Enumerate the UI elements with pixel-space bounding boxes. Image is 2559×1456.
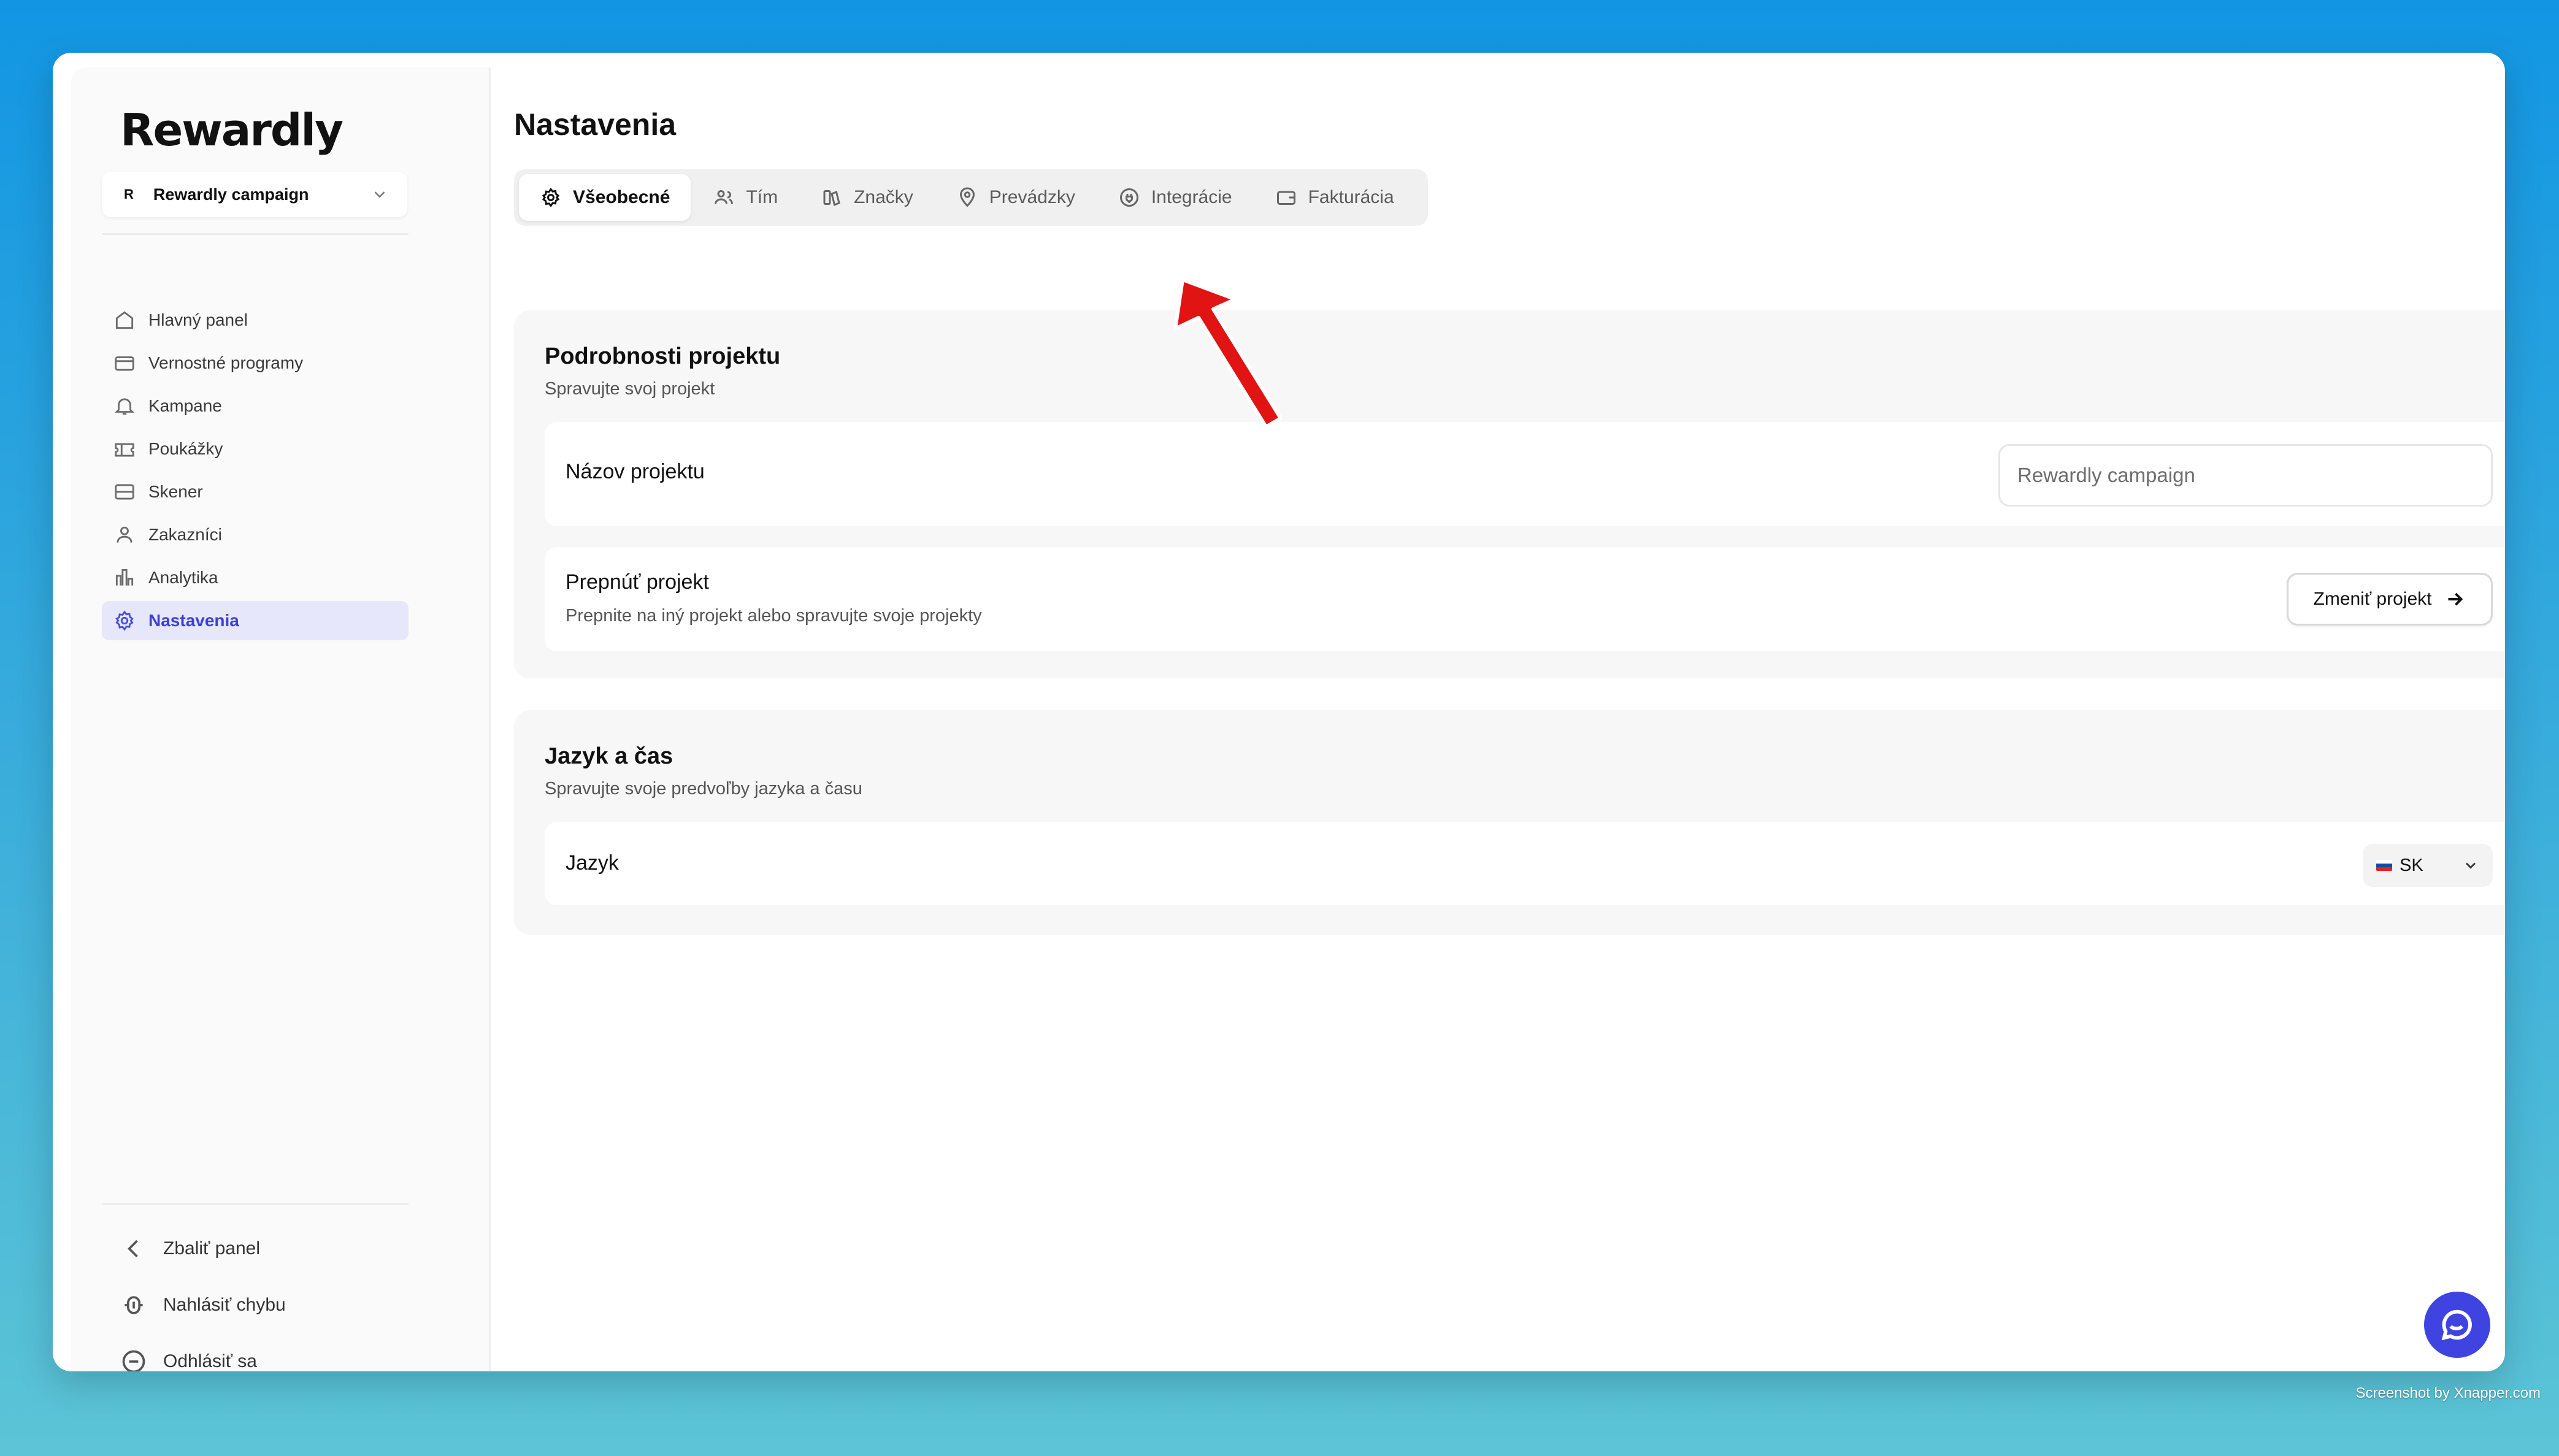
language-code: SK: [2400, 855, 2423, 875]
language-select[interactable]: SK: [2363, 844, 2493, 887]
pin-icon: [959, 187, 975, 207]
users-icon: [117, 526, 132, 543]
language-row: Jazyk SK: [545, 822, 2505, 905]
change-project-label: Zmeniť projekt: [2313, 589, 2432, 609]
gear-icon: [542, 187, 560, 208]
tab-team[interactable]: Tím: [692, 174, 799, 221]
sidebar-item-label: Analytika: [148, 568, 218, 587]
switch-project-row: Prepnúť projekt Prepnite na iný projekt …: [545, 547, 2505, 651]
sidebar-item-vouchers[interactable]: Poukážky: [102, 429, 409, 469]
sidebar-item-label: Hlavný panel: [148, 310, 248, 329]
tab-label: Značky: [854, 187, 913, 207]
sidebar-item-label: Poukážky: [148, 439, 223, 458]
divider: [102, 233, 409, 235]
change-project-button[interactable]: Zmeniť projekt: [2287, 573, 2493, 626]
watermark: Screenshot by Xnapper.com: [2355, 1385, 2541, 1401]
app-window: Rewardly R Rewardly campaign Hlavný pane…: [53, 53, 2505, 1371]
sidebar-item-loyalty[interactable]: Vernostné programy: [102, 343, 409, 383]
settings-tabs: Všeobecné Tím Značky Prevádzky Integráci…: [514, 169, 1428, 226]
tab-label: Všeobecné: [573, 187, 670, 207]
sidebar-item-label: Kampane: [148, 396, 222, 415]
bell-icon: [114, 398, 135, 415]
project-name-input[interactable]: Rewardly campaign: [1998, 444, 2493, 507]
collapse-label: Zbaliť panel: [163, 1238, 261, 1259]
chart-icon: [115, 569, 134, 586]
tab-label: Integrácie: [1151, 187, 1232, 207]
card-title: Podrobnosti projektu: [545, 343, 781, 369]
sidebar: Rewardly R Rewardly campaign Hlavný pane…: [71, 67, 491, 1371]
bug-icon: [125, 1296, 143, 1314]
chat-support-button[interactable]: [2424, 1292, 2490, 1358]
tab-locations[interactable]: Prevádzky: [935, 174, 1096, 221]
logout-label: Odhlásiť sa: [163, 1351, 257, 1371]
tab-general[interactable]: Všeobecné: [519, 174, 691, 221]
arrow-right-icon: [2448, 592, 2463, 606]
card-subtitle: Spravujte svoj projekt: [545, 379, 715, 399]
card-subtitle: Spravujte svoje predvoľby jazyka a času: [545, 779, 862, 799]
sidebar-item-dashboard[interactable]: Hlavný panel: [102, 301, 409, 340]
card-icon: [115, 356, 134, 371]
logout-icon: [122, 1350, 145, 1371]
collapse-panel-button[interactable]: Zbaliť panel: [120, 1220, 402, 1277]
users-icon: [715, 190, 734, 204]
project-name-label: Názov projektu: [566, 460, 705, 483]
tab-label: Fakturácia: [1308, 187, 1394, 207]
ticket-icon: [115, 443, 134, 457]
sidebar-item-label: Nastavenia: [148, 611, 239, 630]
project-avatar: R: [124, 186, 134, 202]
language-time-card: Jazyk a čas Spravujte svoje predvoľby ja…: [514, 710, 2505, 935]
report-label: Nahlásiť chybu: [163, 1295, 286, 1315]
logout-button[interactable]: Odhlásiť sa: [120, 1333, 402, 1371]
page-title: Nastavenia: [514, 107, 677, 142]
chevron-down-icon: [374, 191, 385, 198]
sidebar-item-label: Zakazníci: [148, 525, 222, 544]
plug-icon: [1119, 188, 1138, 207]
switch-project-description: Prepnite na iný projekt alebo spravujte …: [566, 606, 982, 626]
logo: Rewardly: [120, 104, 343, 156]
wallet-icon: [1276, 191, 1295, 205]
tab-brands[interactable]: Značky: [800, 174, 934, 221]
slovak-flag-icon: [2376, 860, 2392, 871]
chevron-down-icon: [2466, 862, 2476, 869]
scan-icon: [115, 484, 134, 500]
home-icon: [115, 311, 134, 329]
sidebar-item-settings[interactable]: Nastavenia: [102, 601, 409, 640]
project-name: Rewardly campaign: [153, 185, 309, 204]
sidebar-item-label: Vernostné programy: [148, 353, 304, 372]
sidebar-nav: Hlavný panel Vernostné programy Kampane …: [102, 301, 409, 644]
project-selector[interactable]: R Rewardly campaign: [102, 172, 407, 217]
sidebar-item-customers[interactable]: Zakazníci: [102, 515, 409, 554]
sidebar-item-scanner[interactable]: Skener: [102, 472, 409, 512]
annotation-arrow: [1173, 278, 1283, 429]
tab-integrations[interactable]: Integrácie: [1097, 174, 1253, 221]
project-name-row: Názov projektu Rewardly campaign: [545, 422, 2505, 526]
tab-label: Prevádzky: [989, 187, 1075, 207]
card-title: Jazyk a čas: [545, 743, 673, 769]
main-content: Nastavenia Všeobecné Tím Značky Prevádzk…: [514, 53, 2505, 1371]
chat-icon: [2441, 1309, 2472, 1341]
sidebar-item-label: Skener: [148, 482, 203, 501]
brands-icon: [823, 190, 840, 207]
sidebar-item-campaigns[interactable]: Kampane: [102, 386, 409, 426]
chevron-left-icon: [128, 1240, 138, 1258]
tab-billing[interactable]: Fakturácia: [1254, 174, 1415, 221]
tab-label: Tím: [746, 187, 778, 207]
report-bug-button[interactable]: Nahlásiť chybu: [120, 1277, 402, 1333]
divider: [102, 1203, 409, 1205]
gear-icon: [115, 610, 134, 631]
project-details-card: Podrobnosti projektu Spravujte svoj proj…: [514, 310, 2505, 678]
switch-project-title: Prepnúť projekt: [566, 570, 709, 594]
sidebar-bottom: Zbaliť panel Nahlásiť chybu Odhlásiť sa: [120, 1220, 402, 1371]
sidebar-item-analytics[interactable]: Analytika: [102, 558, 409, 597]
language-label: Jazyk: [566, 851, 619, 875]
